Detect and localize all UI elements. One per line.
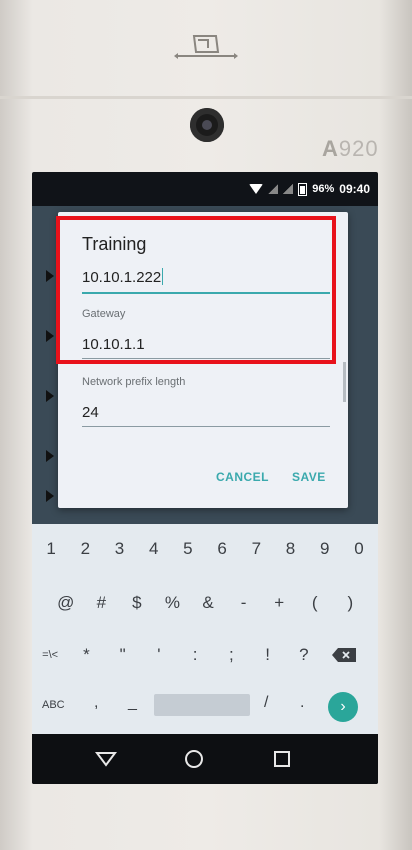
key-period[interactable]: . [300, 694, 304, 712]
signal-icon [268, 184, 279, 194]
key-double-quote[interactable]: " [105, 640, 141, 670]
status-bar: 96% 09:40 [32, 172, 378, 206]
camera-icon [190, 108, 224, 142]
keyboard: 1 2 3 4 5 6 7 8 9 0 @ # $ % & - + ( ) =\… [32, 524, 378, 734]
gateway-label: Gateway [82, 308, 126, 320]
chevron-right-icon [46, 450, 54, 462]
home-icon[interactable] [182, 747, 206, 771]
navigation-bar [32, 734, 378, 784]
key-0[interactable]: 0 [342, 534, 376, 564]
key-4[interactable]: 4 [137, 534, 171, 564]
cancel-button[interactable]: CANCEL [216, 470, 269, 484]
key-close-paren[interactable]: ) [333, 588, 369, 618]
key-single-quote[interactable]: ' [141, 640, 177, 670]
space-bar[interactable] [154, 694, 250, 716]
ip-settings-dialog: Training 10.10.1.222 Gateway 10.10.1.1 N… [58, 212, 348, 508]
key-question[interactable]: ? [286, 640, 322, 670]
key-1[interactable]: 1 [34, 534, 68, 564]
key-5[interactable]: 5 [171, 534, 205, 564]
backspace-icon[interactable] [332, 648, 356, 662]
key-semicolon[interactable]: ; [213, 640, 249, 670]
key-slash[interactable]: / [264, 694, 268, 712]
key-colon[interactable]: : [177, 640, 213, 670]
chevron-right-icon [46, 390, 54, 402]
recents-icon[interactable] [270, 747, 294, 771]
abc-key[interactable]: ABC [42, 699, 65, 711]
key-7[interactable]: 7 [239, 534, 273, 564]
key-6[interactable]: 6 [205, 534, 239, 564]
key-symbols-toggle[interactable]: =\< [32, 640, 68, 670]
key-percent[interactable]: % [155, 588, 191, 618]
key-plus[interactable]: + [261, 588, 297, 618]
key-exclamation[interactable]: ! [250, 640, 286, 670]
go-arrow-icon[interactable]: › [328, 692, 358, 722]
key-ampersand[interactable]: & [190, 588, 226, 618]
gateway-field-underline [82, 358, 330, 359]
key-8[interactable]: 8 [273, 534, 307, 564]
ip-address-field[interactable]: 10.10.1.222 [82, 268, 164, 286]
back-icon[interactable] [94, 747, 118, 771]
pos-device: A920 96% 09:40 Training 10.10.1.222 Gate… [0, 0, 412, 850]
battery-percent: 96% [312, 183, 335, 195]
key-3[interactable]: 3 [102, 534, 136, 564]
key-underscore[interactable]: _ [128, 694, 137, 712]
chevron-right-icon [46, 330, 54, 342]
prefix-length-field[interactable]: 24 [82, 404, 99, 421]
signal-icon-2 [283, 184, 294, 194]
ip-field-underline [82, 292, 330, 294]
printer-icon [168, 30, 244, 64]
battery-icon [298, 182, 308, 196]
chevron-right-icon [46, 490, 54, 502]
gateway-field[interactable]: 10.10.1.1 [82, 336, 145, 353]
key-dollar[interactable]: $ [119, 588, 155, 618]
key-comma[interactable]: , [94, 694, 98, 712]
key-open-paren[interactable]: ( [297, 588, 333, 618]
screen: 96% 09:40 Training 10.10.1.222 Gateway 1… [32, 172, 378, 784]
dialog-scrollbar[interactable] [343, 362, 346, 402]
bezel-divider [0, 96, 412, 99]
prefix-length-label: Network prefix length [82, 376, 186, 388]
text-cursor [162, 268, 164, 285]
dialog-title: Training [82, 234, 147, 254]
clock: 09:40 [339, 182, 370, 196]
chevron-right-icon [46, 270, 54, 282]
save-button[interactable]: SAVE [292, 470, 326, 484]
key-hash[interactable]: # [84, 588, 120, 618]
key-at[interactable]: @ [48, 588, 84, 618]
model-label: A920 [322, 136, 379, 161]
key-2[interactable]: 2 [68, 534, 102, 564]
wifi-icon [249, 184, 264, 194]
prefix-field-underline [82, 426, 330, 427]
key-9[interactable]: 9 [308, 534, 342, 564]
key-minus[interactable]: - [226, 588, 262, 618]
key-asterisk[interactable]: * [68, 640, 104, 670]
